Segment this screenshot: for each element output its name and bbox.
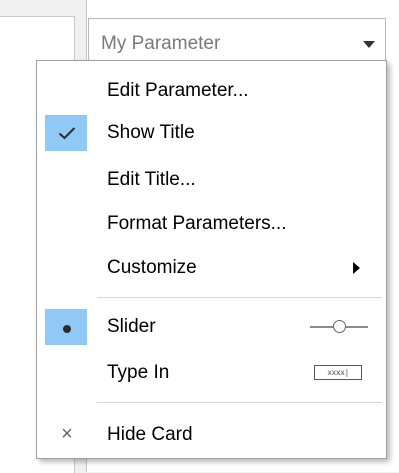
menu-item-label: Edit Parameter... bbox=[107, 80, 249, 101]
menu-item-label: Hide Card bbox=[107, 424, 193, 445]
menu-item-label: Customize bbox=[107, 257, 197, 278]
dropdown-arrow-icon[interactable] bbox=[363, 41, 375, 48]
text-input-icon: xxxx| bbox=[314, 365, 362, 380]
close-icon: × bbox=[61, 423, 73, 445]
menu-item-label: Show Title bbox=[107, 122, 195, 143]
checkmark-svg bbox=[58, 127, 76, 140]
menu-item-show-title[interactable]: Show Title bbox=[37, 113, 386, 153]
menu-separator bbox=[97, 402, 382, 403]
menu-item-label: Edit Title... bbox=[107, 169, 196, 190]
checkmark-icon bbox=[52, 124, 82, 145]
parameter-title: My Parameter bbox=[101, 33, 221, 54]
menu-item-slider[interactable]: Slider bbox=[37, 307, 386, 347]
submenu-arrow-icon bbox=[353, 262, 360, 274]
menu-item-format-parameters[interactable]: Format Parameters... bbox=[37, 204, 386, 244]
menu-item-customize[interactable]: Customize bbox=[37, 248, 386, 288]
menu-item-label: Slider bbox=[107, 316, 156, 337]
radio-dot-icon bbox=[52, 318, 82, 339]
slider-knob bbox=[333, 320, 346, 333]
context-menu: Edit Parameter... Show Title Edit Title.… bbox=[36, 60, 387, 459]
menu-item-hide-card[interactable]: × Hide Card bbox=[37, 415, 386, 455]
menu-item-label: Type In bbox=[107, 362, 170, 383]
slider-icon bbox=[310, 320, 368, 334]
radio-dot-svg bbox=[63, 325, 71, 333]
menu-item-edit-parameter[interactable]: Edit Parameter... bbox=[37, 71, 386, 111]
menu-item-type-in[interactable]: Type In xxxx| bbox=[37, 353, 386, 393]
menu-item-edit-title[interactable]: Edit Title... bbox=[37, 160, 386, 200]
menu-item-label: Format Parameters... bbox=[107, 213, 287, 234]
menu-separator bbox=[97, 297, 382, 298]
